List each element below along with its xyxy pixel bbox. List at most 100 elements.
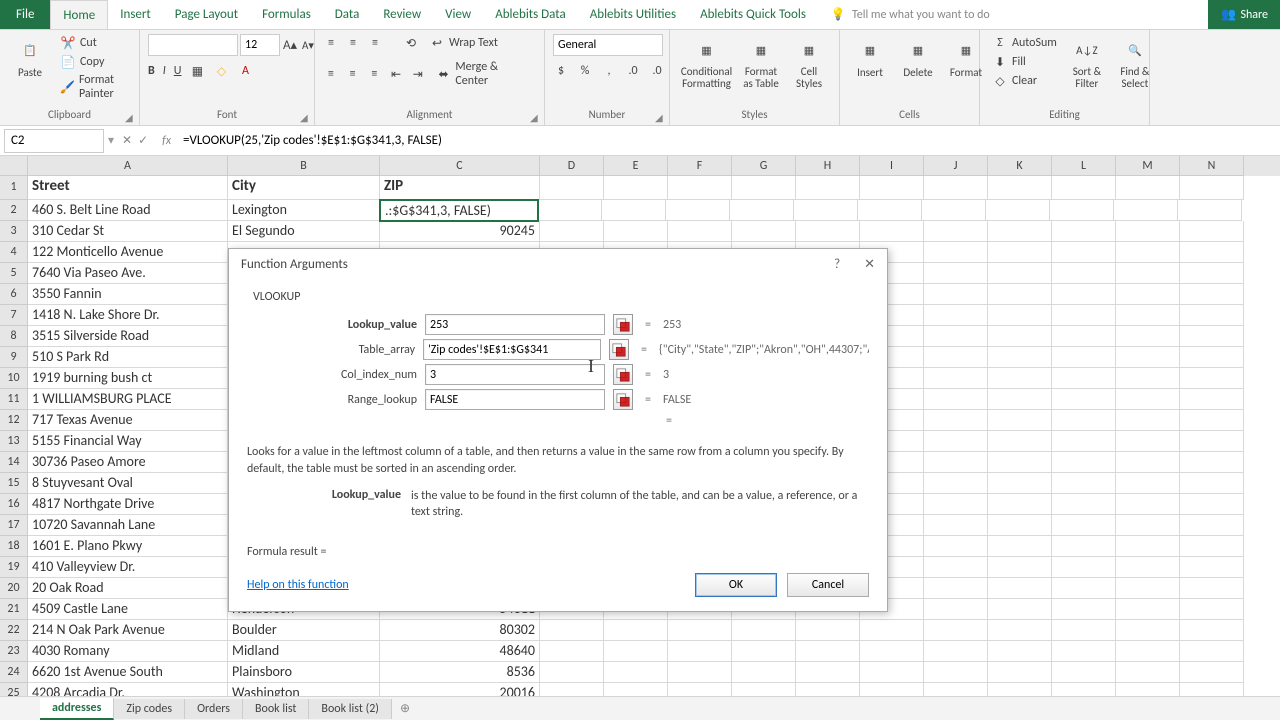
row-header[interactable]: 11 — [0, 389, 28, 410]
wrap-text-button[interactable]: ↩Wrap Text — [425, 34, 502, 52]
row-header[interactable]: 2 — [0, 200, 28, 221]
cell[interactable]: 48640 — [380, 641, 540, 662]
help-icon[interactable]: ? — [834, 257, 840, 272]
cell[interactable]: 122 Monticello Avenue — [28, 242, 228, 263]
row-header[interactable]: 22 — [0, 620, 28, 641]
clear-button[interactable]: ◇Clear — [988, 72, 1061, 90]
row-header[interactable]: 6 — [0, 284, 28, 305]
cell[interactable]: 4817 Northgate Drive — [28, 494, 228, 515]
formula-input[interactable] — [177, 129, 1280, 153]
cell[interactable]: 3550 Fannin — [28, 284, 228, 305]
cell[interactable]: 717 Texas Avenue — [28, 410, 228, 431]
cell[interactable]: Lexington — [228, 200, 380, 221]
add-sheet-button[interactable]: ⊕ — [392, 698, 418, 719]
cell[interactable]: Street — [28, 176, 228, 200]
conditional-formatting-button[interactable]: ▦Conditional Formatting — [678, 34, 735, 92]
col-header[interactable]: M — [1116, 156, 1180, 176]
col-header[interactable]: A — [28, 156, 228, 176]
range-selector-button[interactable] — [613, 314, 633, 335]
close-icon[interactable]: ✕ — [864, 257, 875, 272]
cell[interactable]: 214 N Oak Park Avenue — [28, 620, 228, 641]
font-size-select[interactable] — [240, 34, 280, 56]
range-selector-button[interactable] — [613, 364, 633, 385]
number-format-select[interactable] — [553, 34, 663, 56]
cell[interactable]: Boulder — [228, 620, 380, 641]
cell[interactable]: 7640 Via Paseo Ave. — [28, 263, 228, 284]
cancel-formula-icon[interactable]: ✕ — [122, 133, 132, 148]
cell[interactable]: 8 Stuyvesant Oval — [28, 473, 228, 494]
cell[interactable]: 1 WILLIAMSBURG PLACE — [28, 389, 228, 410]
sheet-tab[interactable]: Zip codes — [114, 699, 185, 719]
col-header[interactable]: I — [860, 156, 924, 176]
cell[interactable]: 1418 N. Lake Shore Dr. — [28, 305, 228, 326]
decrease-font-icon[interactable]: A▾ — [300, 37, 316, 53]
delete-cells-button[interactable]: ▦Delete — [896, 34, 940, 81]
bold-button[interactable]: B — [148, 64, 155, 78]
align-center-icon[interactable]: ≡ — [345, 66, 361, 82]
tab-home[interactable]: Home — [50, 0, 108, 29]
format-as-table-button[interactable]: ▦Format as Table — [739, 34, 783, 92]
row-header[interactable]: 16 — [0, 494, 28, 515]
row-header[interactable]: 20 — [0, 578, 28, 599]
align-top-icon[interactable]: ≡ — [323, 35, 339, 51]
align-bottom-icon[interactable]: ≡ — [367, 35, 383, 51]
tab-view[interactable]: View — [433, 0, 483, 29]
merge-center-button[interactable]: ⬌Merge & Center — [432, 59, 536, 89]
tab-ablebits-utilities[interactable]: Ablebits Utilities — [578, 0, 688, 29]
row-header[interactable]: 14 — [0, 452, 28, 473]
row-header[interactable]: 12 — [0, 410, 28, 431]
name-box[interactable] — [4, 129, 104, 153]
cell[interactable]: 310 Cedar St — [28, 221, 228, 242]
increase-decimal-icon[interactable]: .0 — [625, 63, 641, 79]
cell[interactable]: El Segundo — [228, 221, 380, 242]
sheet-tab[interactable]: Orders — [185, 699, 243, 719]
align-right-icon[interactable]: ≡ — [366, 66, 382, 82]
cell[interactable]: ZIP — [380, 176, 540, 200]
paste-button[interactable]: 📋 Paste — [8, 34, 52, 81]
col-header[interactable]: J — [924, 156, 988, 176]
cell[interactable]: 90245 — [380, 221, 540, 242]
autosum-button[interactable]: ΣAutoSum — [988, 34, 1061, 52]
tab-insert[interactable]: Insert — [108, 0, 163, 29]
cell[interactable]: 8536 — [380, 662, 540, 683]
range-selector-button[interactable] — [613, 389, 633, 410]
cell[interactable]: 4509 Castle Lane — [28, 599, 228, 620]
row-header[interactable]: 25 — [0, 683, 28, 696]
col-header[interactable]: H — [796, 156, 860, 176]
dialog-launcher-icon[interactable]: ◢ — [530, 111, 542, 123]
col-header[interactable]: G — [732, 156, 796, 176]
tab-ablebits-quick-tools[interactable]: Ablebits Quick Tools — [688, 0, 818, 29]
font-color-button[interactable]: A — [237, 63, 253, 79]
cell[interactable]: 80302 — [380, 620, 540, 641]
cell[interactable]: 10720 Savannah Lane — [28, 515, 228, 536]
copy-button[interactable]: 📄Copy — [56, 53, 131, 71]
cell[interactable]: .:$G$341,3, FALSE) — [379, 199, 539, 222]
tab-review[interactable]: Review — [371, 0, 433, 29]
orientation-icon[interactable]: ⟲ — [403, 35, 419, 51]
row-header[interactable]: 13 — [0, 431, 28, 452]
tab-formulas[interactable]: Formulas — [250, 0, 323, 29]
cell[interactable]: 510 S Park Rd — [28, 347, 228, 368]
col-header[interactable]: E — [604, 156, 668, 176]
select-all-corner[interactable] — [0, 156, 28, 176]
sort-filter-button[interactable]: A↓ZSort & Filter — [1065, 34, 1109, 92]
dialog-launcher-icon[interactable]: ◢ — [125, 111, 137, 123]
tab-page-layout[interactable]: Page Layout — [163, 0, 250, 29]
underline-button[interactable]: U — [174, 64, 182, 78]
col-header[interactable]: B — [228, 156, 380, 176]
arg-input[interactable] — [423, 339, 601, 360]
font-family-select[interactable] — [148, 34, 238, 56]
align-left-icon[interactable]: ≡ — [323, 66, 339, 82]
col-header[interactable]: L — [1052, 156, 1116, 176]
cut-button[interactable]: ✂️Cut — [56, 34, 131, 52]
find-select-button[interactable]: 🔍Find & Select — [1113, 34, 1157, 92]
increase-font-icon[interactable]: A▴ — [282, 37, 298, 53]
ok-button[interactable]: OK — [695, 573, 777, 597]
cell[interactable]: 20016 — [380, 683, 540, 696]
row-header[interactable]: 18 — [0, 536, 28, 557]
insert-cells-button[interactable]: ▦Insert — [848, 34, 892, 81]
cell-styles-button[interactable]: ▦Cell Styles — [787, 34, 831, 92]
help-link[interactable]: Help on this function — [247, 578, 349, 592]
cell[interactable]: 4208 Arcadia Dr. — [28, 683, 228, 696]
cell[interactable]: Midland — [228, 641, 380, 662]
